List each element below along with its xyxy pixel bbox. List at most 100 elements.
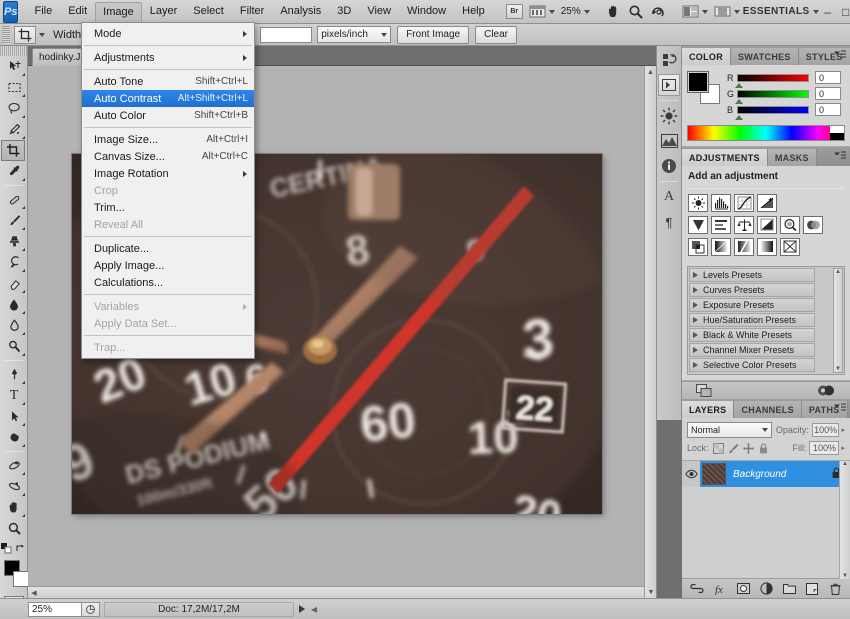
tool-path-selection[interactable] — [1, 406, 27, 427]
menu-analysis[interactable]: Analysis — [272, 1, 329, 22]
channel-value-b[interactable]: 0 — [815, 103, 841, 116]
dock-histogram-button[interactable] — [658, 130, 680, 152]
menu-item-duplicate[interactable]: Duplicate... — [82, 240, 254, 257]
tool-eraser[interactable] — [1, 273, 27, 294]
tab-masks[interactable]: MASKS — [767, 149, 817, 166]
canvas-vertical-scrollbar[interactable]: ▲ ▼ — [644, 66, 656, 598]
arrange-documents-button[interactable] — [679, 2, 711, 22]
hand-tool-button[interactable] — [603, 2, 625, 22]
channel-mixer-icon[interactable] — [803, 216, 823, 234]
new-layer-button[interactable] — [805, 582, 819, 596]
menu-item-image-size[interactable]: Image Size... Alt+Ctrl+I — [82, 131, 254, 148]
tab-layers[interactable]: LAYERS — [682, 401, 735, 418]
menu-item-adjustments[interactable]: Adjustments — [82, 49, 254, 66]
status-zoom-proxy-icon[interactable] — [82, 601, 100, 617]
adjustments-panel-menu-button[interactable] — [834, 151, 846, 160]
tool-crop[interactable] — [1, 140, 25, 161]
slider-thumb-r[interactable] — [735, 82, 743, 88]
menu-view[interactable]: View — [359, 1, 399, 22]
menu-layer[interactable]: Layer — [142, 1, 186, 22]
tool-zoom[interactable] — [1, 518, 27, 539]
tool-horizontal-type[interactable]: T — [1, 385, 27, 406]
curves-icon[interactable] — [734, 194, 754, 212]
presets-scroll-down-icon[interactable]: ▼ — [835, 366, 841, 372]
opacity-value[interactable]: 100% — [811, 423, 840, 437]
lock-image-icon[interactable] — [728, 443, 739, 454]
preview-toggle-icon[interactable] — [816, 384, 836, 397]
gradient-map-icon[interactable] — [757, 238, 777, 256]
menu-item-trim[interactable]: Trim... — [82, 199, 254, 216]
new-adjustment-layer-button[interactable] — [759, 582, 773, 596]
posterize-icon[interactable] — [711, 238, 731, 256]
tool-lasso[interactable] — [1, 98, 27, 119]
tool-3d-orbit[interactable] — [1, 476, 27, 497]
menu-item-auto-contrast[interactable]: Auto Contrast Alt+Shift+Ctrl+L — [82, 90, 254, 107]
selective-color-icon[interactable] — [780, 238, 800, 256]
tool-dodge[interactable] — [1, 336, 27, 357]
swap-colors-icon[interactable] — [15, 543, 26, 554]
menu-edit[interactable]: Edit — [60, 1, 95, 22]
options-bar-grip[interactable] — [2, 25, 10, 44]
presets-scrollbar[interactable]: ▲ ▼ — [833, 268, 843, 373]
tool-history-brush[interactable] — [1, 252, 27, 273]
zoom-level-display[interactable]: 25% — [558, 2, 593, 22]
dock-mini-bridge-button[interactable] — [658, 49, 680, 71]
image-menu-dropdown[interactable]: Mode Adjustments Auto Tone Shift+Ctrl+L … — [81, 22, 255, 359]
hue-saturation-icon[interactable] — [711, 216, 731, 234]
slider-track-r[interactable] — [735, 73, 809, 88]
menu-select[interactable]: Select — [185, 1, 232, 22]
dock-info-button[interactable] — [658, 155, 680, 177]
layer-name[interactable]: Background — [733, 469, 831, 480]
status-zoom-field[interactable]: 25% — [28, 601, 82, 617]
tool-rectangular-marquee[interactable] — [1, 77, 27, 98]
channel-value-r[interactable]: 0 — [815, 71, 841, 84]
tab-color[interactable]: COLOR — [682, 48, 731, 65]
status-menu-arrow-icon[interactable] — [299, 605, 305, 613]
lock-all-icon[interactable] — [758, 443, 769, 454]
menu-file[interactable]: File — [26, 1, 60, 22]
layer-row-background[interactable]: Background — [682, 461, 850, 487]
dock-paragraph-button[interactable]: ¶ — [658, 211, 680, 233]
preset-selective-color[interactable]: Selective Color Presets — [689, 358, 815, 372]
exposure-icon[interactable] — [757, 194, 777, 212]
preset-hue-saturation[interactable]: Hue/Saturation Presets — [689, 313, 815, 327]
screen-mode-button[interactable] — [711, 2, 743, 22]
menu-item-mode[interactable]: Mode — [82, 25, 254, 42]
layer-thumbnail[interactable] — [702, 463, 726, 485]
canvas-horizontal-scrollbar[interactable]: ◀ — [28, 586, 644, 598]
lock-transparency-icon[interactable] — [712, 442, 724, 454]
tool-pen[interactable] — [1, 364, 27, 385]
clip-to-layer-icon[interactable] — [696, 384, 712, 397]
color-panel-foreground-swatch[interactable] — [687, 71, 709, 93]
layers-panel-menu-button[interactable] — [834, 403, 846, 412]
black-white-icon[interactable] — [757, 216, 777, 234]
clear-button[interactable]: Clear — [475, 25, 518, 44]
presets-scroll-up-icon[interactable]: ▲ — [835, 269, 841, 275]
view-extras-button[interactable] — [526, 2, 558, 22]
layers-scroll-down-icon[interactable]: ▼ — [842, 573, 848, 579]
photo-filter-icon[interactable] — [780, 216, 800, 234]
vibrance-icon[interactable] — [688, 216, 708, 234]
dock-collapse-button[interactable] — [658, 74, 680, 96]
zoom-tool-button[interactable] — [625, 2, 647, 22]
tool-preset-caret-icon[interactable] — [39, 32, 45, 37]
tool-blur[interactable] — [1, 315, 27, 336]
preset-black-white[interactable]: Black & White Presets — [689, 328, 815, 342]
invert-icon[interactable] — [688, 238, 708, 256]
menu-3d[interactable]: 3D — [329, 1, 359, 22]
layer-visibility-toggle[interactable] — [682, 461, 700, 487]
opacity-stepper-icon[interactable]: ▸ — [841, 426, 845, 434]
link-layers-button[interactable] — [690, 582, 704, 596]
tab-channels[interactable]: CHANNELS — [734, 401, 802, 418]
background-color-swatch[interactable] — [13, 571, 29, 587]
layers-scroll-up-icon[interactable]: ▲ — [842, 461, 848, 467]
dock-adjustments-button[interactable] — [658, 105, 680, 127]
tool-hand[interactable] — [1, 497, 27, 518]
delete-layer-button[interactable] — [828, 582, 842, 596]
layer-mask-button[interactable] — [736, 582, 750, 596]
preset-channel-mixer[interactable]: Channel Mixer Presets — [689, 343, 815, 357]
tool-3d-rotate[interactable] — [1, 455, 27, 476]
rotate-view-tool-button[interactable] — [647, 2, 669, 22]
lock-position-icon[interactable] — [742, 442, 754, 454]
preset-exposure[interactable]: Exposure Presets — [689, 298, 815, 312]
